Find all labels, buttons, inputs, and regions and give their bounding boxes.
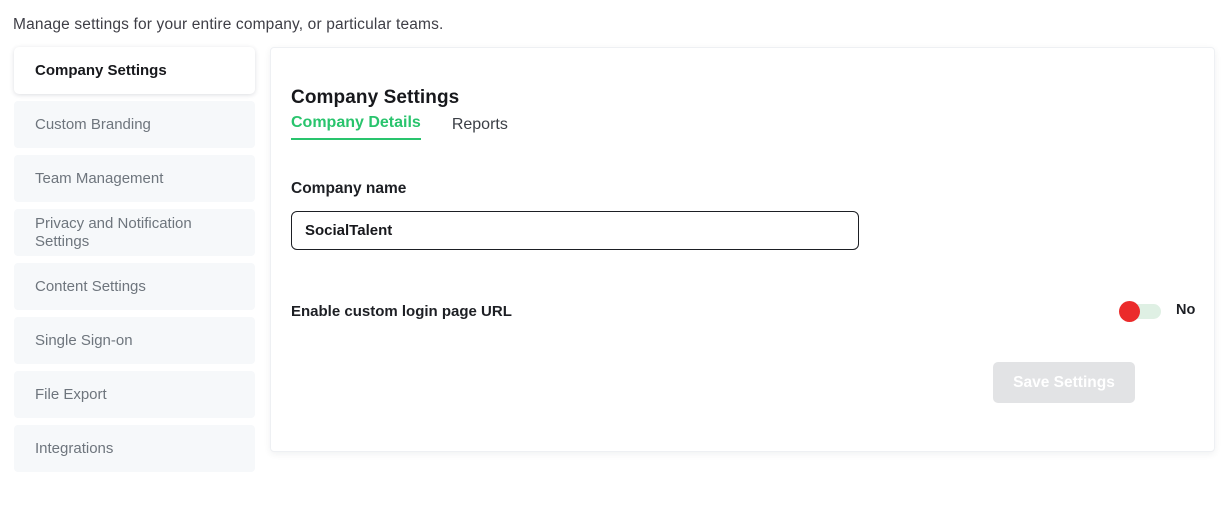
- sidebar-item-company-settings[interactable]: Company Settings: [14, 47, 255, 94]
- sidebar-item-team-management[interactable]: Team Management: [14, 155, 255, 202]
- tab-reports[interactable]: Reports: [452, 116, 508, 140]
- sidebar-item-label: Team Management: [35, 169, 164, 187]
- company-name-label: Company name: [291, 180, 407, 197]
- save-settings-button[interactable]: Save Settings: [993, 362, 1135, 403]
- settings-sidebar: Company Settings Custom Branding Team Ma…: [14, 47, 255, 479]
- sidebar-item-label: Single Sign-on: [35, 331, 133, 349]
- sidebar-item-label: Custom Branding: [35, 115, 151, 133]
- page-title: Company Settings: [291, 86, 460, 108]
- sidebar-item-custom-branding[interactable]: Custom Branding: [14, 101, 255, 148]
- company-settings-card: Company Settings Company Details Reports…: [270, 47, 1215, 452]
- sidebar-item-label: Company Settings: [35, 61, 167, 79]
- sidebar-item-single-sign-on[interactable]: Single Sign-on: [14, 317, 255, 364]
- page-intro-text: Manage settings for your entire company,…: [13, 16, 444, 33]
- sidebar-item-label: Privacy and Notification Settings: [35, 215, 192, 250]
- sidebar-item-file-export[interactable]: File Export: [14, 371, 255, 418]
- sidebar-item-label: File Export: [35, 385, 107, 403]
- settings-layout: Company Settings Custom Branding Team Ma…: [0, 47, 1231, 520]
- sidebar-item-label: Integrations: [35, 439, 114, 457]
- custom-login-state-label: No: [1176, 302, 1196, 318]
- sidebar-item-integrations[interactable]: Integrations: [14, 425, 255, 472]
- sidebar-item-label: Content Settings: [35, 277, 146, 295]
- card-tabs: Company Details Reports: [291, 114, 539, 140]
- toggle-knob-icon: [1119, 301, 1140, 322]
- custom-login-toggle[interactable]: [1119, 301, 1161, 322]
- custom-login-toggle-row: Enable custom login page URL No: [291, 300, 1196, 324]
- sidebar-item-privacy-and-notification-settings[interactable]: Privacy and Notification Settings: [14, 209, 255, 256]
- company-name-input[interactable]: [291, 211, 859, 250]
- tab-company-details[interactable]: Company Details: [291, 114, 421, 140]
- custom-login-label: Enable custom login page URL: [291, 303, 512, 320]
- sidebar-item-content-settings[interactable]: Content Settings: [14, 263, 255, 310]
